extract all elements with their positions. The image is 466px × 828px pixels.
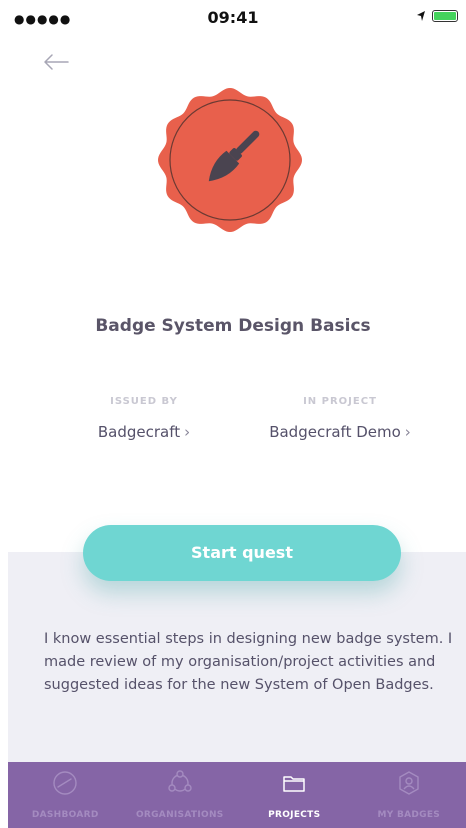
in-project-section: IN PROJECT Badgecraft Demo ›	[240, 396, 440, 441]
chevron-right-icon: ›	[184, 423, 191, 441]
badge-seal-icon	[158, 88, 302, 232]
tab-dashboard[interactable]: DASHBOARD	[8, 762, 123, 828]
issued-by-label: ISSUED BY	[110, 396, 178, 407]
my-badges-icon	[399, 771, 419, 795]
start-quest-button[interactable]: Start quest	[83, 525, 401, 581]
status-right	[416, 10, 458, 22]
status-time: 09:41	[207, 8, 259, 27]
arrow-left-icon	[44, 54, 69, 70]
tab-my-badges[interactable]: MY BADGES	[352, 762, 466, 828]
issued-by-link[interactable]: Badgecraft ›	[98, 423, 190, 441]
tab-label: PROJECTS	[268, 810, 321, 820]
badge-description: I know essential steps in designing new …	[44, 631, 453, 693]
tab-label: MY BADGES	[377, 810, 441, 820]
in-project-link[interactable]: Badgecraft Demo ›	[269, 423, 411, 441]
tab-label: DASHBOARD	[31, 810, 99, 820]
status-bar: ●●●●● 09:41	[0, 0, 466, 40]
badge-image	[155, 85, 305, 235]
issued-by-section: ISSUED BY Badgecraft ›	[44, 396, 244, 441]
in-project-value: Badgecraft Demo	[269, 423, 401, 441]
tab-projects[interactable]: PROJECTS	[237, 762, 352, 828]
chevron-right-icon: ›	[404, 423, 411, 441]
issued-by-value: Badgecraft	[97, 423, 181, 441]
tab-organisations[interactable]: ORGANISATIONS	[123, 762, 238, 828]
dashboard-icon	[53, 771, 77, 795]
folder-icon	[283, 776, 305, 792]
battery-icon	[432, 10, 458, 22]
back-button[interactable]	[40, 50, 72, 74]
location-arrow-icon	[417, 11, 425, 21]
tab-label: ORGANISATIONS	[135, 810, 224, 820]
tab-bar: DASHBOARD ORGANISATIONS PROJECTS MY BADG…	[8, 762, 466, 828]
organisations-icon	[168, 770, 192, 792]
badge-title: Badge System Design Basics	[95, 316, 371, 336]
in-project-label: IN PROJECT	[303, 396, 377, 407]
